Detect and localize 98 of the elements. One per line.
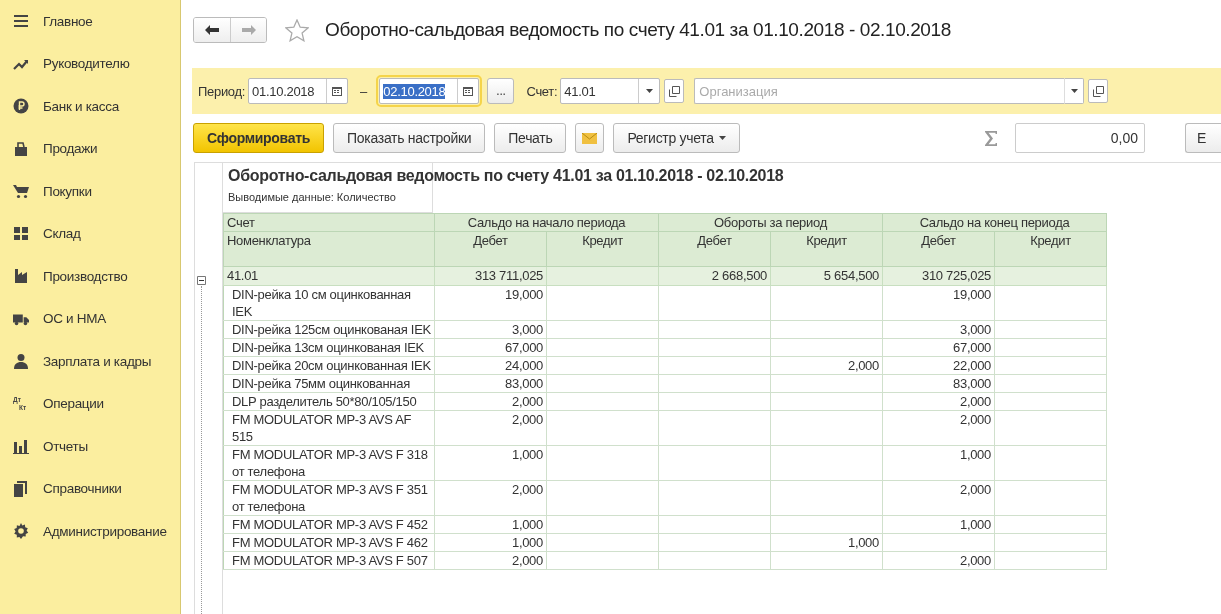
window-title: Оборотно-сальдовая ведомость по счету 41.01 за 01.10.2018 - 02.10.2018 <box>325 19 951 41</box>
column-header: Сальдо на начало периода <box>434 213 659 232</box>
column-header: Номенклатура <box>223 231 435 267</box>
sidebar-item[interactable]: Продажи <box>0 127 180 170</box>
column-header: Сальдо на конец периода <box>882 213 1107 232</box>
report-title: Оборотно-сальдовая ведомость по счету 41.01 за 01.10.2018 - 02.10.2018 <box>228 167 784 185</box>
grid-icon <box>13 225 29 242</box>
arrow-right-icon <box>241 25 256 35</box>
back-button[interactable] <box>194 18 230 42</box>
dropdown-button[interactable]: Регистр учета <box>613 123 740 153</box>
sidebar-item[interactable]: Отчеты <box>0 425 180 468</box>
account-field[interactable]: 41.01 <box>560 78 661 104</box>
period-label: Период: <box>198 83 246 99</box>
column-header: Обороты за период <box>658 213 883 232</box>
more-button[interactable]: Е <box>1185 123 1221 153</box>
item-name-cell: FM MODULATOR MP-3 AVS AF 515 <box>223 410 435 446</box>
sidebar-item[interactable]: Склад <box>0 212 180 255</box>
amount-cell: 2,000 <box>882 480 995 516</box>
sidebar-item[interactable]: Главное <box>0 0 180 43</box>
item-name-cell: FM MODULATOR MP-3 AVS F 318 от телефона <box>223 445 435 481</box>
factory-icon <box>13 268 29 285</box>
column-header: Дебет <box>882 231 995 267</box>
amount-cell: 83,000 <box>434 374 547 393</box>
arrow-left-icon <box>205 25 219 35</box>
menu-icon <box>13 13 29 30</box>
amount-cell: 2,000 <box>434 480 547 516</box>
item-name-cell: DIN-рейка 125см оцинкованая IEK <box>223 320 435 339</box>
item-name-cell: FM MODULATOR MP-3 AVS F 351 от телефона <box>223 480 435 516</box>
column-header: Кредит <box>994 231 1107 267</box>
item-name-cell: DIN-рейка 13см оцинкованая IEK <box>223 338 435 357</box>
amount-cell: 1,000 <box>434 445 547 481</box>
sidebar-item[interactable]: Банк и касса <box>0 85 180 128</box>
amount-cell: 1,000 <box>882 515 995 534</box>
open-icon[interactable] <box>1088 79 1109 103</box>
amount-cell: 3,000 <box>434 320 547 339</box>
sum-icon <box>985 130 997 146</box>
item-name-cell: FM MODULATOR MP-3 AVS F 507 <box>223 551 435 570</box>
collapse-icon[interactable] <box>197 276 206 285</box>
column-header: Дебет <box>658 231 771 267</box>
organization-field[interactable]: Организация <box>694 78 1065 104</box>
column-header: Счет <box>223 213 435 232</box>
star-icon[interactable] <box>285 18 309 42</box>
amount-cell: 67,000 <box>434 338 547 357</box>
item-name-cell: DIN-рейка 75мм оцинкованная <box>223 374 435 393</box>
column-header: Дебет <box>434 231 547 267</box>
toolbar-button[interactable]: Показать настройки <box>333 123 486 153</box>
item-name-cell: FM MODULATOR MP-3 AVS F 452 <box>223 515 435 534</box>
sidebar-item[interactable]: Руководителю <box>0 42 180 85</box>
cart-icon <box>13 183 29 200</box>
amount-cell: 83,000 <box>882 374 995 393</box>
bar-chart-icon <box>13 438 29 455</box>
sidebar-item[interactable]: Администрирование <box>0 510 180 553</box>
amount-cell: 1,000 <box>882 445 995 481</box>
amount-cell: 2,000 <box>434 392 547 411</box>
dash-label: – <box>360 83 368 99</box>
item-name-cell: FM MODULATOR MP-3 AVS F 462 <box>223 533 435 552</box>
settings-icon <box>13 523 29 540</box>
amount-cell: 1,000 <box>434 515 547 534</box>
amount-cell: 1,000 <box>770 533 883 552</box>
amount-cell: 22,000 <box>882 356 995 375</box>
sum-field: 0,00 <box>1015 123 1145 153</box>
amount-cell: 2,000 <box>882 392 995 411</box>
sidebar-item[interactable]: Покупки <box>0 170 180 213</box>
amount-cell: 1,000 <box>434 533 547 552</box>
open-icon[interactable] <box>664 79 685 103</box>
date-from-field[interactable]: 01.10.2018 <box>248 78 349 104</box>
generate-button[interactable]: Сформировать <box>193 123 325 153</box>
caret-icon <box>718 136 726 140</box>
shopping-bag-icon <box>13 140 29 157</box>
sidebar-item[interactable]: Справочники <box>0 467 180 510</box>
books-icon <box>13 480 29 497</box>
amount-cell: 2,000 <box>770 356 883 375</box>
sidebar-item[interactable]: ОС и НМА <box>0 297 180 340</box>
sidebar-item[interactable]: Производство <box>0 255 180 298</box>
column-header: Кредит <box>770 231 883 267</box>
amount-cell: 2,000 <box>434 410 547 446</box>
dropdown-icon[interactable] <box>1064 78 1085 104</box>
amount-cell: 24,000 <box>434 356 547 375</box>
amount-cell: 2,000 <box>434 551 547 570</box>
amount-cell: 2,000 <box>882 551 995 570</box>
amount-cell: 2,000 <box>882 410 995 446</box>
item-name-cell: DIN-рейка 20см оцинкованная IEK <box>223 356 435 375</box>
amount-cell: 19,000 <box>434 285 547 321</box>
ruble-coin-icon <box>13 98 29 115</box>
person-icon <box>13 353 29 370</box>
item-name-cell: DLP разделитель 50*80/105/150 <box>223 392 435 411</box>
sidebar-item[interactable]: Зарплата и кадры <box>0 340 180 383</box>
envelope-icon <box>582 132 598 144</box>
amount-cell: 67,000 <box>882 338 995 357</box>
toolbar-button[interactable]: Печать <box>494 123 567 153</box>
column-header: Кредит <box>546 231 659 267</box>
account-label: Счет: <box>526 83 558 99</box>
amount-cell: 3,000 <box>882 320 995 339</box>
period-select-button[interactable]: ... <box>487 78 515 104</box>
amount-cell: 19,000 <box>882 285 995 321</box>
date-to-field[interactable]: 02.10.2018 <box>379 78 480 104</box>
output-data-label: Выводимые данные: Количество <box>228 191 396 203</box>
item-name-cell: DIN-рейка 10 см оцинкованная IEK <box>223 285 435 321</box>
